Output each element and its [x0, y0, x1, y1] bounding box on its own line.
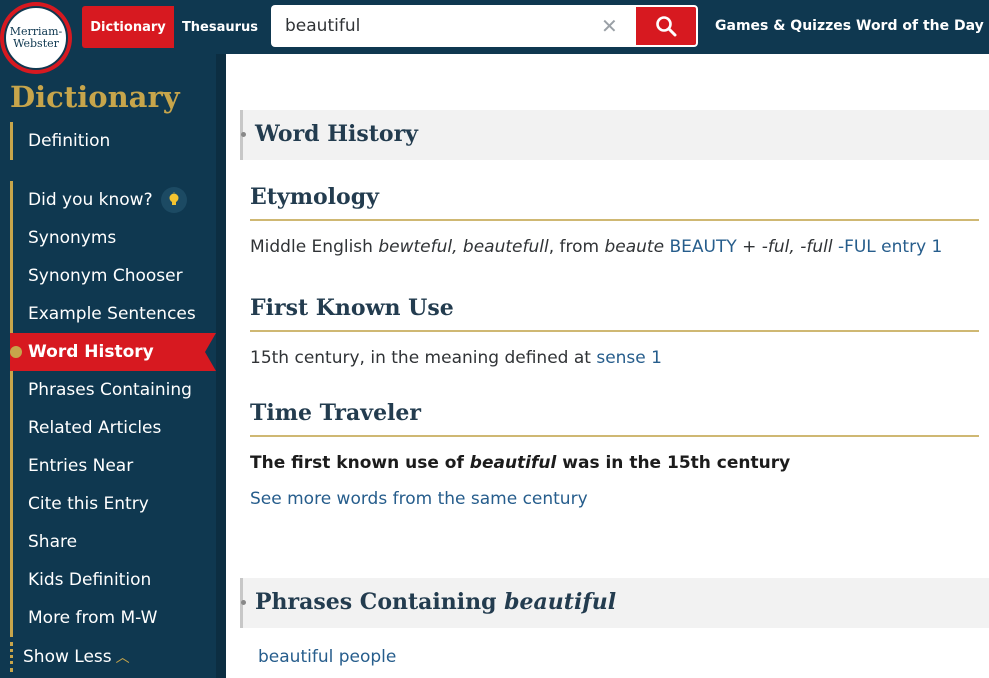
word-history-title: Word History — [255, 121, 418, 147]
etymology-text-part: Middle English — [250, 237, 379, 257]
logo-text-line2: Webster — [13, 37, 59, 50]
logo-inner: Merriam- Webster — [4, 6, 68, 70]
nav-games-quizzes[interactable]: Games & Quizzes — [715, 18, 851, 34]
sidebar-item-label: Phrases Containing — [28, 380, 192, 400]
etymology-text: Middle English bewteful, beautefull, fro… — [250, 237, 942, 257]
search-icon — [656, 16, 677, 37]
link-ful-entry-1[interactable]: -FUL entry 1 — [838, 237, 942, 257]
etymology-text-part: + — [736, 237, 762, 257]
sidebar-scrollbar[interactable] — [216, 54, 226, 678]
link-sense-1[interactable]: sense 1 — [596, 348, 662, 368]
tab-dictionary[interactable]: Dictionary — [82, 6, 174, 48]
first-known-use-text: 15th century, in the meaning defined at … — [250, 348, 662, 368]
tab-thesaurus[interactable]: Thesaurus — [174, 6, 266, 48]
time-traveler-divider — [250, 435, 979, 437]
etymology-heading: Etymology — [250, 184, 379, 210]
sidebar-item-label: More from M-W — [28, 608, 158, 628]
phrases-title-word: beautiful — [504, 589, 617, 615]
phrases-title: Phrases Containing beautiful — [255, 589, 616, 615]
phrases-section-header: Phrases Containing beautiful — [240, 578, 989, 628]
sidebar-item-label: Word History — [28, 342, 154, 362]
search-input[interactable] — [285, 13, 595, 39]
merriam-webster-logo[interactable]: Merriam- Webster — [0, 2, 72, 74]
sidebar-item-word-history[interactable]: Word History — [10, 333, 216, 371]
etymology-suffix: -ful, -full — [761, 237, 833, 257]
sidebar-item-more-from-mw[interactable]: More from M-W — [10, 599, 216, 637]
main-content: Word History Etymology Middle English be… — [226, 54, 989, 678]
sidebar-item-kids-definition[interactable]: Kids Definition — [10, 561, 216, 599]
sidebar-item-cite-this-entry[interactable]: Cite this Entry — [10, 485, 216, 523]
sidebar-item-synonym-chooser[interactable]: Synonym Chooser — [10, 257, 216, 295]
sidebar-item-synonyms[interactable]: Synonyms — [10, 219, 216, 257]
chevron-up-icon: ︿ — [115, 650, 130, 666]
clear-icon[interactable]: ✕ — [601, 15, 618, 37]
sidebar-item-did-you-know[interactable]: Did you know? — [10, 181, 216, 219]
nav-word-of-the-day[interactable]: Word of the Day — [856, 18, 984, 34]
sidebar-item-label: Entries Near — [28, 456, 134, 476]
first-known-use-heading: First Known Use — [250, 295, 454, 321]
word-history-section-header: Word History — [240, 110, 989, 160]
section-dot — [241, 132, 246, 137]
sidebar-item-phrases-containing[interactable]: Phrases Containing — [10, 371, 216, 409]
link-beauty[interactable]: BEAUTY — [669, 237, 736, 257]
search-box: ✕ — [271, 5, 635, 47]
sidebar-item-related-articles[interactable]: Related Articles — [10, 409, 216, 447]
sidebar-item-example-sentences[interactable]: Example Sentences — [10, 295, 216, 333]
phrases-title-prefix: Phrases Containing — [255, 589, 505, 615]
search-button[interactable] — [634, 5, 698, 47]
sidebar-item-label: Share — [28, 532, 78, 552]
section-dot — [241, 600, 246, 605]
sidebar-item-share[interactable]: Share — [10, 523, 216, 561]
etymology-divider — [250, 219, 979, 221]
sidebar-item-label: Related Articles — [28, 418, 162, 438]
time-traveler-text-part: was in the 15th century — [556, 453, 791, 473]
sidebar-item-label: Example Sentences — [28, 304, 196, 324]
time-traveler-statement: The first known use of beautiful was in … — [250, 453, 790, 473]
sidebar: Dictionary Definition Did you know? Syno… — [0, 54, 216, 678]
first-known-use-body: 15th century, in the meaning defined at — [250, 348, 597, 368]
time-traveler-text-part: The first known use of — [250, 453, 470, 473]
sidebar-title: Dictionary — [10, 80, 180, 114]
first-known-use-divider — [250, 330, 979, 332]
active-indicator-notch — [205, 333, 216, 371]
phrase-link-beautiful-people[interactable]: beautiful people — [258, 647, 396, 667]
active-indicator-dot — [10, 346, 22, 358]
sidebar-item-definition[interactable]: Definition — [10, 122, 216, 160]
site-header: Merriam- Webster Dictionary Thesaurus ✕ … — [0, 0, 989, 74]
sidebar-item-label: Cite this Entry — [28, 494, 149, 514]
see-more-words-link[interactable]: See more words from the same century — [250, 489, 588, 509]
etymology-root: beaute — [604, 237, 665, 257]
sidebar-item-label: Definition — [28, 131, 111, 151]
show-less-toggle[interactable]: Show Less ︿ — [10, 642, 130, 672]
etymology-text-part: , from — [548, 237, 605, 257]
sidebar-item-entries-near[interactable]: Entries Near — [10, 447, 216, 485]
sidebar-item-label: Did you know? — [28, 190, 153, 210]
show-less-label: Show Less — [23, 647, 112, 667]
time-traveler-heading: Time Traveler — [250, 400, 422, 426]
sidebar-item-label: Kids Definition — [28, 570, 152, 590]
time-traveler-word: beautiful — [469, 453, 557, 473]
sidebar-item-label: Synonym Chooser — [28, 266, 183, 286]
etymology-forms: bewteful, beautefull — [378, 237, 549, 257]
sidebar-item-label: Synonyms — [28, 228, 117, 248]
lightbulb-icon — [160, 187, 187, 213]
